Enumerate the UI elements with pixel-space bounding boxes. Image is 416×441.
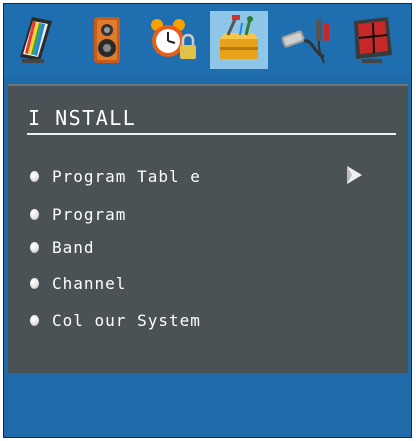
- bullet-icon: [30, 277, 39, 289]
- menu-title: I NSTALL: [28, 106, 137, 130]
- submenu-arrow-icon[interactable]: [344, 164, 364, 186]
- menu-icon-bar: [4, 4, 411, 76]
- title-divider: [27, 133, 396, 135]
- menu-item-label: Program: [52, 204, 127, 224]
- menu-item-program[interactable]: Program: [30, 203, 126, 225]
- tab-source[interactable]: [276, 11, 334, 69]
- menu-item-label: Program Tabl e: [52, 166, 201, 186]
- sound-speaker-icon: [94, 17, 120, 63]
- menu-item-label: Col our System: [52, 310, 201, 330]
- pip-monitor-icon: [354, 17, 392, 63]
- bullet-icon: [30, 241, 39, 253]
- install-toolbox-icon: [220, 15, 258, 59]
- picture-icon: [20, 17, 52, 63]
- install-menu-panel: I NSTALL Program Tabl e Program Band Cha…: [8, 84, 408, 376]
- tab-picture[interactable]: [10, 11, 68, 69]
- menu-item-label: Channel: [52, 273, 127, 293]
- footer-bar: [4, 373, 411, 437]
- tab-timer-lock[interactable]: [144, 11, 202, 69]
- alarm-clock-lock-icon: [151, 19, 196, 59]
- menu-item-label: Band: [52, 237, 95, 257]
- bullet-icon: [30, 170, 39, 182]
- bullet-icon: [30, 208, 39, 220]
- menu-item-channel[interactable]: Channel: [30, 272, 126, 294]
- tab-sound[interactable]: [78, 11, 136, 69]
- bullet-icon: [30, 314, 39, 326]
- tab-install[interactable]: [210, 11, 268, 69]
- source-cables-icon: [281, 19, 329, 64]
- menu-item-colour-system[interactable]: Col our System: [30, 309, 201, 331]
- tab-pip[interactable]: [342, 11, 400, 69]
- menu-item-program-table[interactable]: Program Tabl e: [30, 165, 201, 187]
- menu-item-band[interactable]: Band: [30, 236, 95, 258]
